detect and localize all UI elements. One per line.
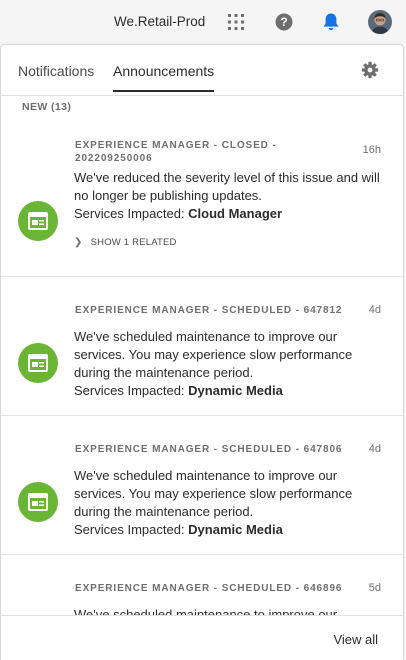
panel-footer: View all (1, 615, 403, 660)
card-body: We've scheduled maintenance to improve o… (74, 467, 359, 539)
services-label: Services Impacted: (74, 206, 185, 221)
card-time: 4d (368, 304, 381, 316)
bell-icon[interactable] (322, 12, 340, 32)
show-related-toggle[interactable]: ❯ SHOW 1 RELATED (74, 237, 177, 248)
announcement-card[interactable]: EXPERIENCE MANAGER - CLOSED - 2022092500… (1, 121, 403, 277)
services-value: Dynamic Media (188, 383, 283, 398)
card-time: 4d (368, 443, 381, 455)
services-impacted: Services Impacted: Cloud Manager (74, 205, 386, 223)
gear-icon[interactable] (361, 61, 379, 79)
card-message: We've scheduled maintenance to improve o… (74, 468, 353, 519)
announcement-icon (18, 343, 58, 383)
svg-text:?: ? (280, 15, 287, 29)
apps-grid-icon[interactable] (227, 13, 245, 31)
services-label: Services Impacted: (74, 522, 185, 537)
card-message: We've scheduled maintenance to improve o… (74, 329, 353, 380)
card-title: EXPERIENCE MANAGER - SCHEDULED - 646896 (75, 583, 343, 594)
section-heading: NEW (13) (22, 101, 72, 113)
panel-tabs: Notifications Announcements (1, 45, 403, 96)
help-icon[interactable]: ? (275, 13, 293, 31)
services-value: Cloud Manager (188, 206, 283, 221)
services-label: Services Impacted: (74, 383, 185, 398)
card-body: We've scheduled maintenance to improve o… (74, 328, 359, 400)
chevron-right-icon: ❯ (74, 237, 83, 248)
card-body: We've reduced the severity level of this… (74, 169, 386, 223)
show-related-label: SHOW 1 RELATED (90, 237, 177, 248)
shell-header: We.Retail-Prod ? (0, 0, 406, 44)
announcement-icon (18, 482, 58, 522)
view-all-link[interactable]: View all (333, 632, 378, 647)
card-time: 16h (362, 144, 381, 156)
notifications-panel: Notifications Announcements NEW (13) EXP… (0, 44, 404, 660)
announcement-card[interactable]: EXPERIENCE MANAGER - SCHEDULED - 647812 … (1, 277, 403, 416)
org-switcher[interactable]: We.Retail-Prod (114, 14, 205, 29)
card-title: EXPERIENCE MANAGER - SCHEDULED - 647806 (75, 444, 343, 455)
tab-notifications[interactable]: Notifications (18, 63, 94, 91)
user-avatar[interactable] (368, 10, 392, 34)
services-impacted: Services Impacted: Dynamic Media (74, 382, 359, 400)
card-message: We've reduced the severity level of this… (74, 170, 380, 203)
announcement-card[interactable]: EXPERIENCE MANAGER - SCHEDULED - 647806 … (1, 416, 403, 555)
announcement-icon (18, 201, 58, 241)
card-title: EXPERIENCE MANAGER - SCHEDULED - 647812 (75, 305, 343, 316)
services-value: Dynamic Media (188, 522, 283, 537)
card-title: EXPERIENCE MANAGER - CLOSED - 2022092500… (75, 140, 277, 164)
services-impacted: Services Impacted: Dynamic Media (74, 521, 359, 539)
tab-announcements[interactable]: Announcements (113, 63, 215, 92)
card-time: 5d (368, 582, 381, 594)
